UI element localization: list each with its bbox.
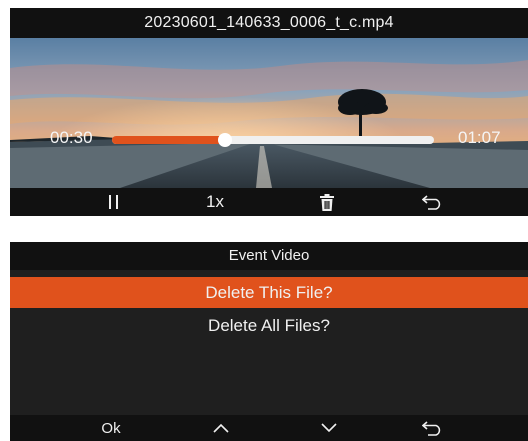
progress-fill bbox=[112, 136, 225, 144]
chevron-down-icon bbox=[321, 423, 337, 433]
menu-back-button[interactable] bbox=[408, 415, 458, 441]
pause-icon bbox=[108, 195, 118, 209]
back-icon bbox=[422, 195, 441, 210]
menu-toolbar: Ok bbox=[10, 415, 528, 441]
file-name-title: 20230601_140633_0006_t_c.mp4 bbox=[10, 8, 528, 38]
ok-button[interactable]: Ok bbox=[86, 415, 136, 441]
back-button[interactable] bbox=[408, 188, 458, 216]
current-time: 00:30 bbox=[50, 128, 93, 147]
up-button[interactable] bbox=[196, 415, 246, 441]
playback-progress-bar[interactable] bbox=[112, 133, 434, 147]
playback-speed-button[interactable]: 1x bbox=[190, 188, 240, 216]
chevron-up-icon bbox=[213, 423, 229, 433]
pause-button[interactable] bbox=[88, 188, 138, 216]
back-icon bbox=[422, 421, 441, 436]
trash-icon bbox=[320, 193, 334, 211]
event-video-menu-screen: Event Video Delete This File? Delete All… bbox=[10, 242, 528, 441]
menu-item-delete-this-file[interactable]: Delete This File? bbox=[10, 277, 528, 308]
progress-thumb[interactable] bbox=[217, 133, 232, 147]
video-player-screen: 20230601_140633_0006_t_c.mp4 00:30 01:07… bbox=[10, 8, 528, 216]
menu-title: Event Video bbox=[10, 242, 528, 270]
video-frame[interactable] bbox=[10, 38, 528, 188]
player-toolbar: 1x bbox=[10, 188, 528, 216]
down-button[interactable] bbox=[304, 415, 354, 441]
total-time: 01:07 bbox=[458, 128, 501, 147]
delete-button[interactable] bbox=[302, 188, 352, 216]
menu-item-delete-all-files[interactable]: Delete All Files? bbox=[10, 310, 528, 341]
